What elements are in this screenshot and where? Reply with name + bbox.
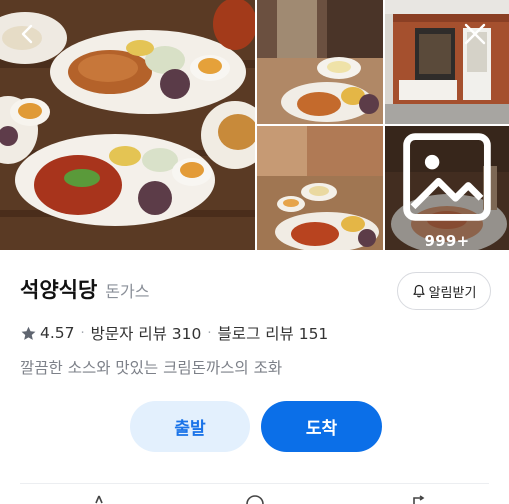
blog-reviews-link[interactable]: 블로그 리뷰 151	[218, 322, 329, 344]
table-setting-photo[interactable]	[257, 126, 383, 250]
divider	[20, 483, 489, 484]
review-stats: 4.57 · 방문자 리뷰 310 · 블로그 리뷰 151	[20, 322, 328, 344]
pasta-photo[interactable]: 999+	[385, 126, 509, 250]
back-button[interactable]	[10, 16, 46, 52]
close-button[interactable]	[457, 16, 493, 52]
bell-icon	[412, 284, 425, 298]
action-icons-row	[0, 495, 509, 504]
place-description: 깔끔한 소스와 맛있는 크림돈까스의 조화	[20, 359, 283, 377]
start-button[interactable]: 출발	[130, 401, 250, 452]
alarm-button-label: 알림받기	[428, 285, 477, 301]
star-icon	[21, 326, 36, 340]
interior-food-photo[interactable]	[257, 0, 383, 124]
close-icon	[464, 23, 486, 45]
place-name: 석양식당	[20, 278, 98, 302]
photo-gallery: 999+	[0, 0, 509, 250]
alarm-button[interactable]: 알림받기	[397, 272, 491, 310]
place-title-row: 석양식당 돈가스	[20, 274, 149, 304]
person-icon[interactable]	[90, 495, 108, 504]
circle-icon[interactable]	[245, 495, 265, 504]
separator-dot: ·	[80, 325, 85, 341]
share-icon[interactable]	[410, 495, 428, 504]
separator-dot: ·	[207, 325, 212, 341]
more-photos-count: 999+	[424, 232, 470, 250]
image-icon	[403, 133, 491, 221]
place-category: 돈가스	[105, 282, 150, 301]
arrive-button[interactable]: 도착	[261, 401, 382, 452]
chevron-left-icon	[21, 24, 33, 44]
rating-value: 4.57	[40, 324, 75, 342]
more-photos-overlay[interactable]: 999+	[385, 126, 509, 250]
visitor-reviews-link[interactable]: 방문자 리뷰 310	[91, 322, 202, 344]
